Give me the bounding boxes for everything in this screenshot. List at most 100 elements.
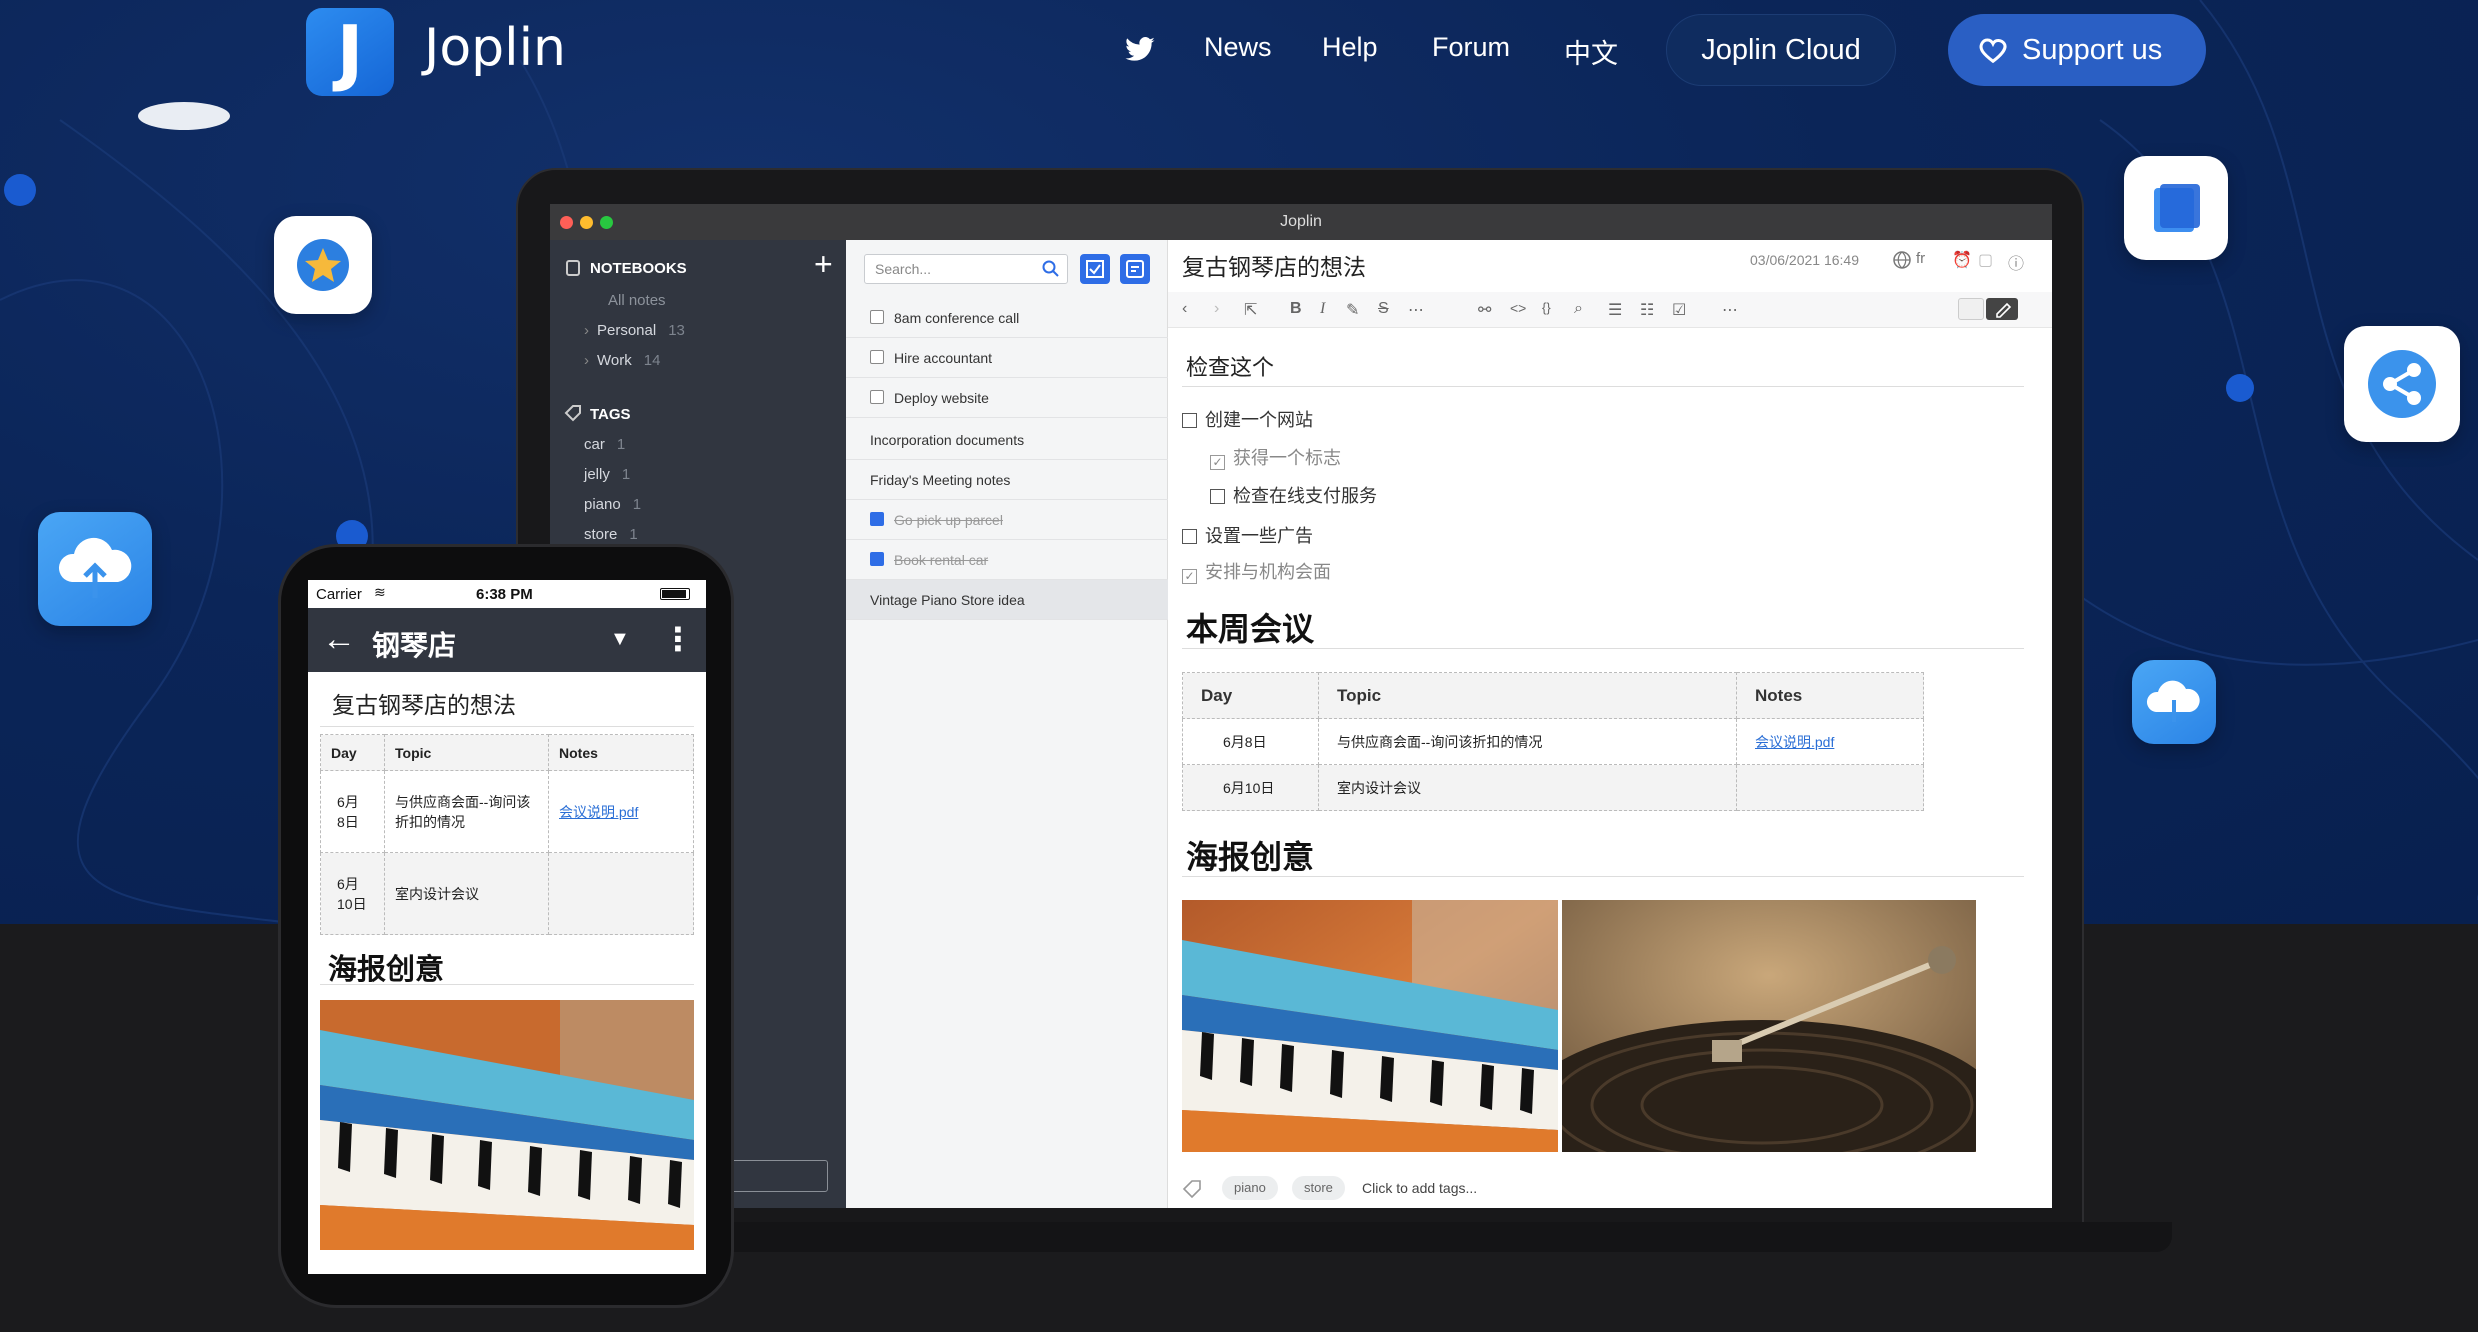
notebooks-header[interactable]: NOTEBOOKS bbox=[590, 260, 687, 277]
checkbox-icon bbox=[1086, 260, 1104, 278]
divider bbox=[1182, 386, 2024, 387]
mobile-piano-photo bbox=[320, 1000, 694, 1250]
sidebar-tag-jelly[interactable]: jelly 1 bbox=[584, 466, 630, 483]
nav-forum[interactable]: Forum bbox=[1432, 32, 1510, 63]
sidebar-item-work[interactable]: › Work 14 bbox=[584, 352, 660, 369]
nav-help[interactable]: Help bbox=[1322, 32, 1378, 63]
sidebar-tag-piano[interactable]: piano 1 bbox=[584, 496, 641, 513]
table-cell: 会议说明.pdf bbox=[1736, 718, 1924, 765]
todo-checkbox[interactable] bbox=[870, 552, 884, 566]
note-row[interactable]: Go pick up parcel bbox=[846, 500, 1168, 540]
note-title-input[interactable]: 复古钢琴店的想法 bbox=[1182, 248, 1366, 282]
external-edit-icon[interactable]: ⇱ bbox=[1244, 300, 1257, 320]
carrier-label: Carrier bbox=[316, 586, 362, 603]
back-icon[interactable]: ‹ bbox=[1182, 300, 1187, 318]
mobile-note-title[interactable]: 复古钢琴店的想法 bbox=[332, 686, 516, 720]
bullet-list-icon[interactable]: ☰ bbox=[1608, 300, 1622, 320]
toggle-editor-icon[interactable] bbox=[1958, 298, 1984, 320]
joplin-logo-icon[interactable]: J bbox=[306, 8, 394, 96]
editor-toolbar: ‹ › ⇱ B I ✎ S ⋯ ⚯ <> {} ⌕ ☰ ☷ ☑ ⋯ bbox=[1168, 292, 2052, 328]
heading-this-week-meeting: 本周会议 bbox=[1186, 611, 1315, 647]
todo-checkbox[interactable] bbox=[870, 350, 884, 364]
twitter-icon[interactable] bbox=[1124, 34, 1156, 66]
nav-chinese[interactable]: 中文 bbox=[1564, 32, 1618, 71]
todo-checkbox[interactable] bbox=[870, 512, 884, 526]
add-tags-button[interactable]: Click to add tags... bbox=[1362, 1180, 1477, 1196]
sidebar-item-all-notes[interactable]: All notes bbox=[608, 292, 666, 309]
link-icon[interactable]: ⚯ bbox=[1478, 300, 1491, 320]
brand-name[interactable]: Joplin bbox=[424, 18, 566, 78]
forward-icon[interactable]: › bbox=[1214, 300, 1219, 318]
checklist-item[interactable]: 检查在线支付服务 bbox=[1210, 482, 1377, 508]
alarm-icon[interactable]: ⏰ bbox=[1952, 250, 1972, 270]
tag-pill-store[interactable]: store bbox=[1292, 1176, 1345, 1200]
notebook-name: Work bbox=[597, 352, 632, 369]
dropdown-arrow-icon[interactable]: ▼ bbox=[610, 628, 630, 651]
numbered-list-icon[interactable]: ☷ bbox=[1640, 300, 1654, 320]
checkbox-icon[interactable] bbox=[1182, 413, 1197, 428]
checkbox-icon[interactable] bbox=[1182, 529, 1197, 544]
notebook-title[interactable]: 钢琴店 bbox=[372, 624, 456, 664]
note-row[interactable]: Deploy website bbox=[846, 378, 1168, 418]
strikethrough-icon[interactable]: S bbox=[1378, 300, 1389, 318]
new-todo-button[interactable] bbox=[1080, 254, 1110, 284]
checklist-item[interactable]: 创建一个网站 bbox=[1182, 406, 1313, 432]
new-note-button[interactable] bbox=[1120, 254, 1150, 284]
checkbox-checked-icon[interactable]: ✓ bbox=[1210, 455, 1225, 470]
highlight-icon[interactable]: ✎ bbox=[1346, 300, 1359, 320]
attachment-icon[interactable]: ⌕ bbox=[1574, 300, 1583, 318]
note-row[interactable]: 8am conference call bbox=[846, 298, 1168, 338]
checklist-icon[interactable]: ☑ bbox=[1672, 300, 1686, 320]
table-header: Day bbox=[320, 734, 385, 771]
tags-header[interactable]: TAGS bbox=[590, 406, 631, 423]
edit-mode-icon[interactable] bbox=[1986, 298, 2018, 320]
todo-checkbox[interactable] bbox=[870, 310, 884, 324]
back-arrow-icon[interactable]: ← bbox=[322, 620, 356, 659]
sidebar-item-personal[interactable]: › Personal 13 bbox=[584, 322, 685, 339]
kebab-menu-icon[interactable]: ⋮ bbox=[662, 620, 694, 658]
attachment-link[interactable]: 会议说明.pdf bbox=[1755, 734, 1834, 750]
checklist-item[interactable]: ✓ 获得一个标志 bbox=[1210, 444, 1341, 470]
more-icon[interactable]: ⋯ bbox=[1408, 300, 1424, 320]
todo-checkbox[interactable] bbox=[870, 390, 884, 404]
nav-news[interactable]: News bbox=[1204, 32, 1272, 63]
note-row[interactable]: Hire accountant bbox=[846, 338, 1168, 378]
search-input[interactable]: Search... bbox=[864, 254, 1068, 284]
note-row[interactable]: Incorporation documents bbox=[846, 420, 1168, 460]
notebook-count: 14 bbox=[643, 352, 661, 369]
checklist-item[interactable]: ✓ 安排与机构会面 bbox=[1182, 558, 1331, 584]
note-row-selected[interactable]: Vintage Piano Store idea bbox=[846, 580, 1168, 620]
laptop-base bbox=[690, 1222, 2172, 1252]
sidebar-tag-car[interactable]: car 1 bbox=[584, 436, 625, 453]
pencil-icon bbox=[1996, 302, 2012, 318]
tag-count: 1 bbox=[632, 496, 642, 513]
tag-pill-piano[interactable]: piano bbox=[1222, 1176, 1278, 1200]
add-notebook-button[interactable]: + bbox=[814, 246, 833, 283]
note-row[interactable]: Friday's Meeting notes bbox=[846, 460, 1168, 500]
tag-name: car bbox=[584, 436, 605, 453]
checkbox-icon[interactable] bbox=[1210, 489, 1225, 504]
layout-icon[interactable]: ▢ bbox=[1978, 250, 1993, 270]
spellcheck-language[interactable]: fr bbox=[1916, 250, 1925, 267]
attachment-link[interactable]: 会议说明.pdf bbox=[559, 804, 638, 820]
close-window-button[interactable] bbox=[560, 216, 573, 229]
notebooks-app-icon bbox=[2124, 156, 2228, 260]
globe-icon[interactable] bbox=[1892, 250, 1912, 270]
checkbox-checked-icon[interactable]: ✓ bbox=[1182, 569, 1197, 584]
more-options-icon[interactable]: ⋯ bbox=[1722, 300, 1738, 320]
mobile-app-bar: ← 钢琴店 ▼ ⋮ bbox=[308, 608, 706, 672]
minimize-window-button[interactable] bbox=[580, 216, 593, 229]
zoom-window-button[interactable] bbox=[600, 216, 613, 229]
support-us-button[interactable]: Support us bbox=[1948, 14, 2206, 86]
share-app-icon bbox=[2344, 326, 2460, 442]
code-block-icon[interactable]: {} bbox=[1542, 300, 1551, 315]
top-navigation: J Joplin News Help Forum 中文 Joplin Cloud… bbox=[0, 0, 2478, 112]
note-row[interactable]: Book rental car bbox=[846, 540, 1168, 580]
info-icon[interactable]: ⓘ bbox=[2008, 250, 2024, 274]
code-icon[interactable]: <> bbox=[1510, 300, 1526, 316]
italic-icon[interactable]: I bbox=[1320, 300, 1325, 318]
bold-icon[interactable]: B bbox=[1290, 300, 1302, 318]
checklist-item[interactable]: 设置一些广告 bbox=[1182, 522, 1313, 548]
sidebar-tag-store[interactable]: store 1 bbox=[584, 526, 638, 543]
joplin-cloud-button[interactable]: Joplin Cloud bbox=[1666, 14, 1896, 86]
